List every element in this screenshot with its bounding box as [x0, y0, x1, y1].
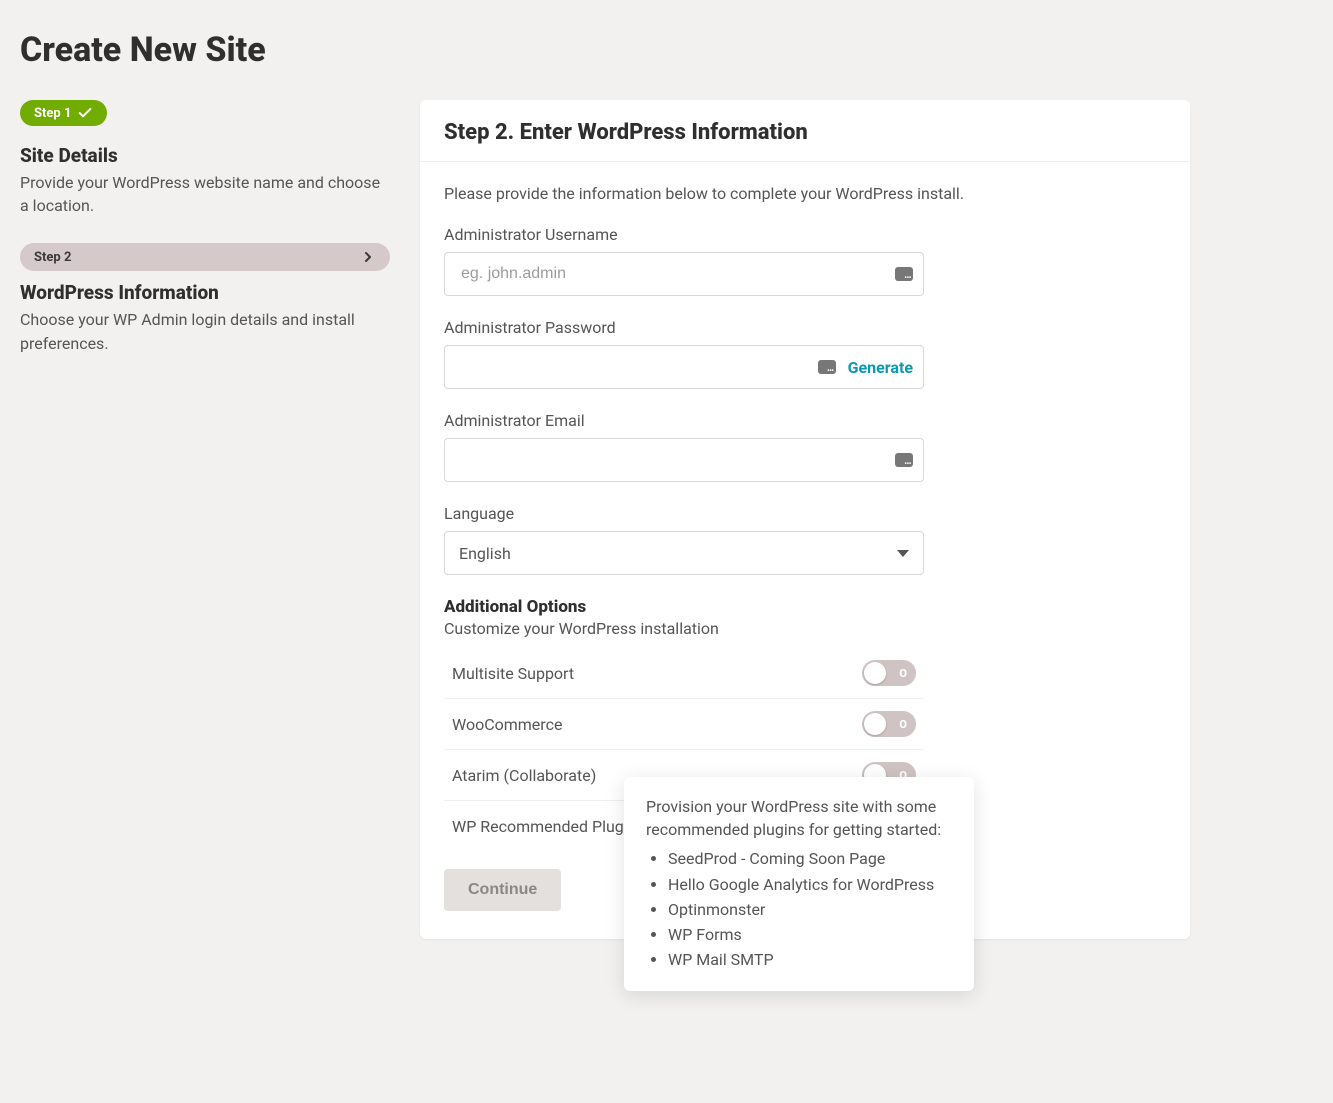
language-value: English [459, 544, 511, 563]
toggle-woocommerce[interactable]: O [862, 711, 916, 737]
step-2-pill[interactable]: Step 2 [20, 243, 390, 271]
language-label: Language [444, 504, 924, 523]
language-field: Language English [444, 504, 924, 575]
check-icon [77, 105, 93, 121]
autofill-icon[interactable] [895, 267, 913, 281]
step-1-block: Step 1 Site Details Provide your WordPre… [20, 100, 390, 217]
username-field: Administrator Username [444, 225, 924, 296]
toggle-label: Multisite Support [452, 664, 574, 683]
toggle-label: WP Recommended Plugins [452, 817, 645, 836]
email-input[interactable] [459, 439, 895, 481]
options-heading: Additional Options [444, 597, 924, 617]
email-label: Administrator Email [444, 411, 924, 430]
password-label: Administrator Password [444, 318, 924, 337]
toggle-label: WooCommerce [452, 715, 562, 734]
card-heading: Step 2. Enter WordPress Information [444, 120, 1166, 145]
toggle-row-woocommerce: WooCommerce O [444, 699, 924, 750]
password-field: Administrator Password Generate [444, 318, 924, 389]
toggle-row-multisite: Multisite Support O [444, 648, 924, 699]
tooltip-item: WP Mail SMTP [668, 948, 952, 971]
step-1-desc: Provide your WordPress website name and … [20, 171, 390, 217]
recommended-plugins-tooltip: Provision your WordPress site with some … [624, 777, 974, 991]
autofill-icon[interactable] [895, 453, 913, 467]
autofill-icon[interactable] [818, 360, 836, 374]
step-1-title: Site Details [20, 144, 390, 167]
step-2-block: Step 2 WordPress Information Choose your… [20, 243, 390, 354]
language-select[interactable]: English [444, 531, 924, 575]
step-2-title: WordPress Information [20, 281, 390, 304]
step-1-pill[interactable]: Step 1 [20, 100, 107, 126]
tooltip-intro: Provision your WordPress site with some … [646, 795, 952, 841]
card-body: Please provide the information below to … [420, 162, 1190, 939]
tooltip-item: SeedProd - Coming Soon Page [668, 847, 952, 870]
tooltip-item: Hello Google Analytics for WordPress [668, 873, 952, 896]
card-header: Step 2. Enter WordPress Information [420, 100, 1190, 162]
chevron-right-icon [360, 249, 376, 265]
steps-sidebar: Step 1 Site Details Provide your WordPre… [20, 100, 390, 381]
password-input[interactable] [459, 346, 818, 388]
generate-password-link[interactable]: Generate [848, 358, 913, 377]
form-card: Step 2. Enter WordPress Information Plea… [420, 100, 1190, 939]
toggle-label: Atarim (Collaborate) [452, 766, 596, 785]
continue-button[interactable]: Continue [444, 869, 561, 911]
tooltip-item: Optinmonster [668, 898, 952, 921]
username-input[interactable] [459, 253, 895, 295]
options-sub: Customize your WordPress installation [444, 619, 924, 638]
toggle-multisite[interactable]: O [862, 660, 916, 686]
step-2-pill-label: Step 2 [34, 250, 71, 265]
step-1-pill-label: Step 1 [34, 106, 71, 121]
tooltip-item: WP Forms [668, 923, 952, 946]
card-intro: Please provide the information below to … [444, 184, 1166, 203]
page-title: Create New Site [20, 30, 1313, 70]
caret-down-icon [897, 550, 909, 557]
email-field: Administrator Email [444, 411, 924, 482]
step-2-desc: Choose your WP Admin login details and i… [20, 308, 390, 354]
username-label: Administrator Username [444, 225, 924, 244]
